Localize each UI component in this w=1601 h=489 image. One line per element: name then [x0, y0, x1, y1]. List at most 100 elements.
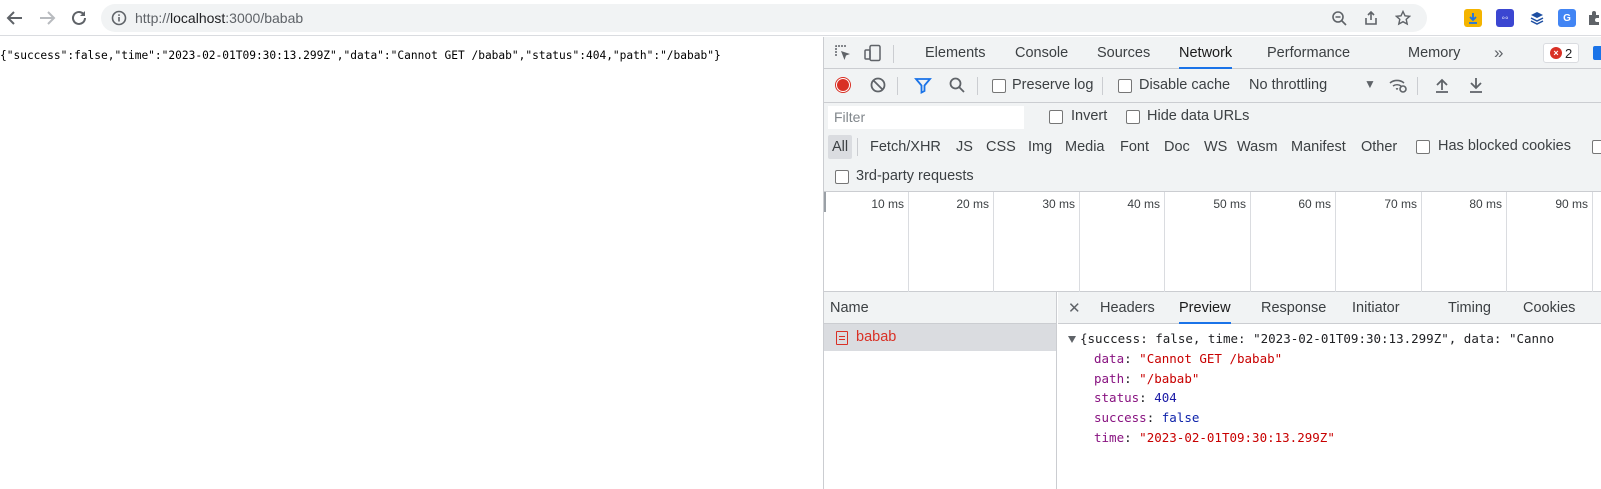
tick-label: 30 ms — [1042, 197, 1075, 211]
share-icon[interactable] — [1361, 9, 1381, 27]
bookmark-star-icon[interactable] — [1393, 9, 1413, 27]
type-media[interactable]: Media — [1061, 135, 1109, 159]
type-ws[interactable]: WS — [1200, 135, 1231, 159]
throttling-select[interactable]: No throttling — [1249, 77, 1327, 93]
download-ext-icon[interactable] — [1464, 9, 1482, 27]
json-preview: {success: false, time: "2023-02-01T09:30… — [1058, 324, 1601, 489]
timeline-tick: 10 ms — [824, 192, 909, 292]
info-icon[interactable] — [111, 10, 127, 29]
more-tabs-icon[interactable]: » — [1494, 37, 1503, 69]
url-path: :3000/babab — [225, 10, 304, 26]
json-summary-row[interactable]: {success: false, time: "2023-02-01T09:30… — [1068, 331, 1554, 346]
tab-elements[interactable]: Elements — [925, 37, 985, 69]
request-name: babab — [856, 329, 897, 345]
timeline-tick: 50 ms — [1165, 192, 1251, 292]
device-icon[interactable] — [862, 43, 884, 63]
browser-toolbar: http://localhost:3000/babab ◦◦ G — [0, 0, 1601, 36]
preserve-log-checkbox[interactable] — [992, 79, 1006, 93]
timeline-tick: 80 ms — [1422, 192, 1507, 292]
issues-icon[interactable] — [1593, 46, 1601, 60]
json-value: "2023-02-01T09:30:13.299Z" — [1139, 430, 1335, 445]
tab-initiator[interactable]: Initiator — [1352, 292, 1400, 324]
close-icon[interactable]: ✕ — [1068, 299, 1081, 317]
request-row[interactable]: babab — [824, 324, 1056, 351]
address-bar[interactable]: http://localhost:3000/babab — [101, 4, 1427, 32]
disable-cache-label: Disable cache — [1139, 77, 1231, 93]
type-wasm[interactable]: Wasm — [1233, 135, 1282, 159]
discord-ext-icon[interactable]: ◦◦ — [1496, 9, 1514, 27]
json-value: "/babab" — [1139, 371, 1200, 386]
forward-icon[interactable] — [34, 6, 60, 30]
json-value: 404 — [1154, 390, 1177, 405]
blocked-requests-checkbox[interactable] — [1592, 140, 1601, 154]
hide-data-urls-label: Hide data URLs — [1147, 108, 1250, 124]
type-img[interactable]: Img — [1024, 135, 1056, 159]
has-blocked-cookies-checkbox[interactable] — [1416, 140, 1430, 154]
filter-input[interactable]: Filter — [828, 106, 1024, 129]
has-blocked-cookies-label: Has blocked cookies — [1438, 138, 1571, 154]
third-party-checkbox[interactable] — [835, 170, 849, 184]
detail-tabbar: ✕ Headers Preview Response Initiator Tim… — [1058, 292, 1601, 324]
type-fetch-xhr[interactable]: Fetch/XHR — [866, 135, 945, 159]
type-doc[interactable]: Doc — [1160, 135, 1194, 159]
network-toolbar: Preserve log Disable cache No throttling… — [824, 69, 1601, 103]
throttling-chevron-icon[interactable]: ▼ — [1364, 77, 1376, 91]
type-font[interactable]: Font — [1116, 135, 1153, 159]
tab-headers[interactable]: Headers — [1100, 292, 1155, 324]
timeline-tick: 60 ms — [1251, 192, 1336, 292]
wifi-settings-icon[interactable] — [1387, 75, 1409, 95]
zoom-icon[interactable] — [1329, 9, 1349, 27]
record-icon[interactable] — [832, 75, 854, 95]
tab-memory[interactable]: Memory — [1408, 37, 1460, 69]
search-icon[interactable] — [946, 75, 968, 95]
layers-ext-icon[interactable] — [1528, 9, 1546, 27]
raw-json-response: {"success":false,"time":"2023-02-01T09:3… — [0, 49, 721, 62]
tab-preview[interactable]: Preview — [1179, 292, 1231, 324]
invert-checkbox[interactable] — [1049, 110, 1063, 124]
timeline-tick: 20 ms — [909, 192, 994, 292]
timeline-overview[interactable]: 10 ms 20 ms 30 ms 40 ms 50 ms 60 ms 70 m… — [824, 192, 1601, 292]
disable-cache-checkbox[interactable] — [1118, 79, 1132, 93]
type-all[interactable]: All — [828, 135, 853, 159]
timeline-tick: 90 ms — [1507, 192, 1593, 292]
download-icon[interactable] — [1465, 75, 1487, 95]
json-field: path: "/babab" — [1094, 371, 1200, 386]
url-scheme: http:// — [135, 10, 171, 26]
clear-icon[interactable] — [867, 75, 889, 95]
tab-sources[interactable]: Sources — [1097, 37, 1150, 69]
url-host: localhost — [170, 10, 226, 26]
tab-network[interactable]: Network — [1179, 37, 1233, 69]
expand-triangle-icon[interactable] — [1068, 336, 1076, 343]
filter-icon[interactable] — [912, 75, 934, 95]
json-key: status — [1094, 390, 1140, 405]
tick-label: 70 ms — [1384, 197, 1417, 211]
translate-ext-icon[interactable]: G — [1558, 9, 1576, 27]
tab-timing[interactable]: Timing — [1448, 292, 1491, 324]
request-list: Name babab — [824, 292, 1057, 489]
puzzle-icon[interactable] — [1585, 9, 1601, 27]
json-field: time: "2023-02-01T09:30:13.299Z" — [1094, 430, 1335, 445]
type-other[interactable]: Other — [1357, 135, 1401, 159]
type-manifest[interactable]: Manifest — [1287, 135, 1350, 159]
tab-console[interactable]: Console — [1015, 37, 1068, 69]
request-detail-pane: ✕ Headers Preview Response Initiator Tim… — [1058, 292, 1601, 489]
upload-icon[interactable] — [1431, 75, 1453, 95]
document-icon — [836, 331, 848, 345]
json-key: time — [1094, 430, 1125, 445]
url-text[interactable]: http://localhost:3000/babab — [135, 10, 303, 26]
name-column-header[interactable]: Name — [824, 292, 1056, 324]
hide-data-urls-checkbox[interactable] — [1126, 110, 1140, 124]
third-party-row: 3rd-party requests — [824, 162, 1601, 192]
reload-icon[interactable] — [66, 6, 92, 30]
tab-response[interactable]: Response — [1261, 292, 1326, 324]
type-css[interactable]: CSS — [982, 135, 1020, 159]
preserve-log-label: Preserve log — [1012, 77, 1094, 93]
tab-cookies[interactable]: Cookies — [1523, 292, 1575, 324]
tick-label: 20 ms — [956, 197, 989, 211]
error-count-badge[interactable]: × 2 — [1543, 43, 1580, 63]
error-icon: × — [1550, 47, 1562, 59]
tab-performance[interactable]: Performance — [1267, 37, 1350, 69]
back-icon[interactable] — [2, 6, 28, 30]
type-js[interactable]: JS — [952, 135, 977, 159]
inspect-icon[interactable] — [832, 43, 854, 63]
